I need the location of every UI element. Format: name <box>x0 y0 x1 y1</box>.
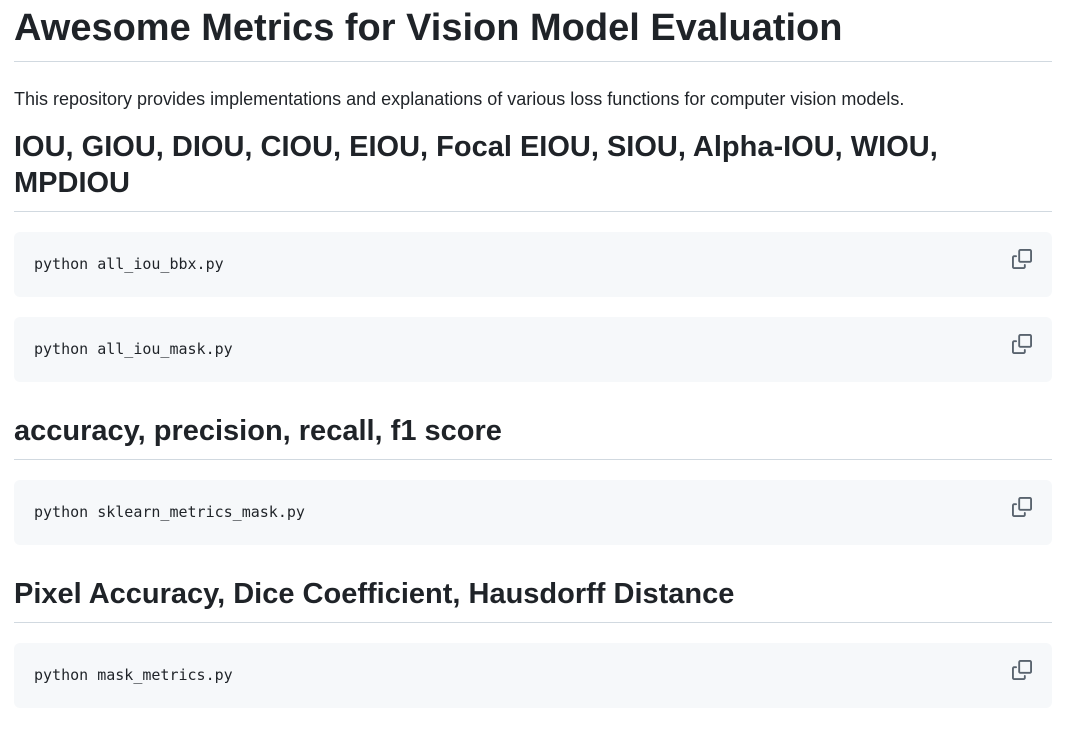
intro-paragraph: This repository provides implementations… <box>14 89 905 109</box>
copy-button[interactable] <box>1010 332 1034 356</box>
section-heading-classification-metrics: accuracy, precision, recall, f1 score <box>14 382 1052 460</box>
section-heading-segmentation-metrics: Pixel Accuracy, Dice Coefficient, Hausdo… <box>14 545 1052 623</box>
copy-icon <box>1012 660 1032 680</box>
code-text[interactable]: python mask_metrics.py <box>34 666 233 684</box>
section-heading-iou: IOU, GIOU, DIOU, CIOU, EIOU, Focal EIOU,… <box>14 113 1052 212</box>
code-block: python all_iou_mask.py <box>14 317 1052 382</box>
copy-icon <box>1012 497 1032 517</box>
code-block: python all_iou_bbx.py <box>14 232 1052 297</box>
code-text[interactable]: python sklearn_metrics_mask.py <box>34 503 305 521</box>
code-text[interactable]: python all_iou_mask.py <box>34 340 233 358</box>
copy-button[interactable] <box>1010 495 1034 519</box>
copy-button[interactable] <box>1010 247 1034 271</box>
copy-icon <box>1012 334 1032 354</box>
copy-icon <box>1012 249 1032 269</box>
copy-button[interactable] <box>1010 658 1034 682</box>
page-title: Awesome Metrics for Vision Model Evaluat… <box>14 0 1052 62</box>
code-block: python sklearn_metrics_mask.py <box>14 480 1052 545</box>
readme-content: Awesome Metrics for Vision Model Evaluat… <box>0 0 1066 708</box>
code-text[interactable]: python all_iou_bbx.py <box>34 255 224 273</box>
code-block: python mask_metrics.py <box>14 643 1052 708</box>
